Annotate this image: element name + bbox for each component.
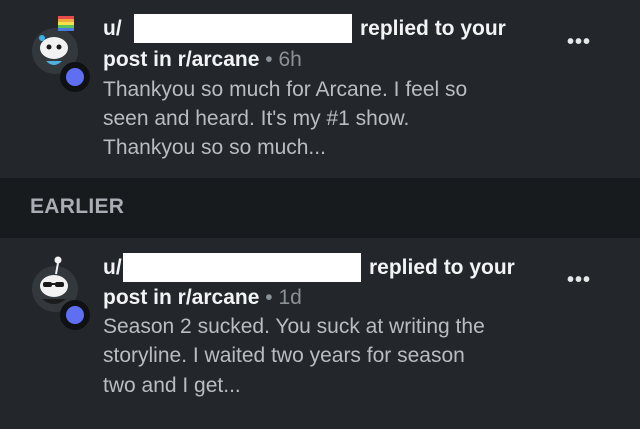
notification-action: replied to your [360,17,506,40]
post-link[interactable]: post in r/arcane [103,48,259,71]
more-options-icon[interactable]: ••• [564,270,594,290]
user-avatar[interactable] [28,12,94,92]
separator-dot: • [265,286,273,309]
more-options-icon[interactable]: ••• [564,32,594,52]
notification-action: replied to your [369,256,515,279]
preview-line: seen and heard. It's my #1 show. [103,107,410,130]
section-header: EARLIER [0,178,640,238]
notification-user[interactable]: u/ [103,14,122,43]
separator-dot: • [265,48,273,71]
notification-user[interactable]: u/ [103,253,122,282]
preview-line: Thankyou so so much... [103,136,326,159]
preview-line: Thankyou so much for Arcane. I feel so [103,78,468,101]
section-title: EARLIER [30,195,125,218]
online-status-icon [60,62,90,92]
online-status-icon [60,300,90,330]
notification-meta: post in r/arcane • 6h [103,45,302,74]
redacted-username [123,253,361,282]
timestamp: 6h [278,48,302,71]
timestamp: 1d [278,286,302,309]
preview-line: Season 2 sucked. You suck at writing the [103,315,485,338]
preview-line: storyline. I waited two years for season [103,344,465,367]
notification-meta: post in r/arcane • 1d [103,283,302,312]
preview-line: two and I get... [103,374,241,397]
post-link[interactable]: post in r/arcane [103,286,259,309]
redacted-username [134,14,352,43]
user-avatar[interactable] [28,250,94,330]
